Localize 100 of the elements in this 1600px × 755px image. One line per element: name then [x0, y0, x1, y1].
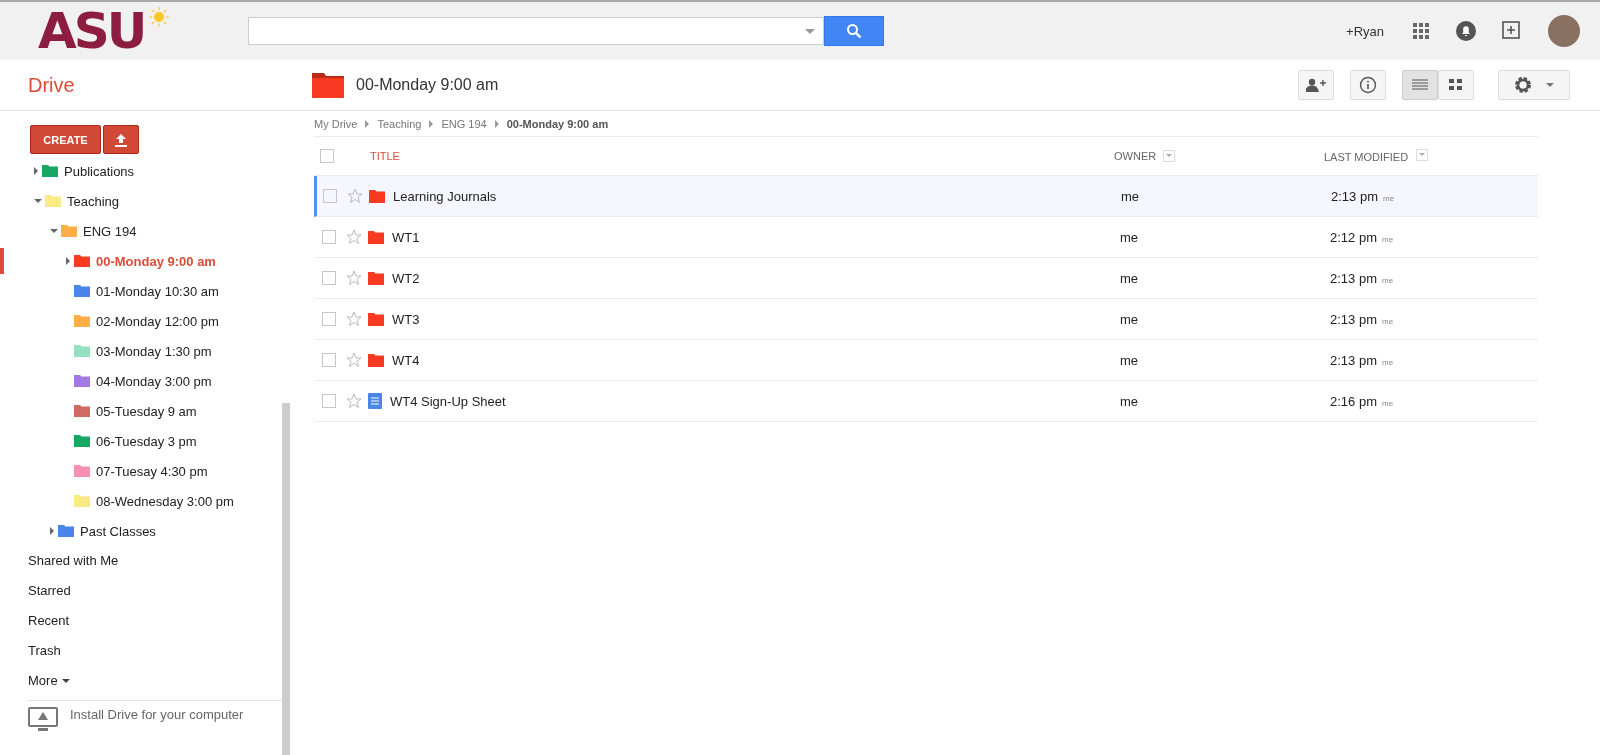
avatar[interactable]: [1548, 15, 1580, 47]
sort-dropdown-icon[interactable]: [1416, 149, 1429, 161]
create-button[interactable]: CREATE: [30, 125, 101, 154]
folder-tree-item[interactable]: Teaching: [0, 186, 296, 216]
sort-dropdown-icon[interactable]: [1163, 150, 1176, 162]
sidebar-link[interactable]: Recent: [0, 606, 296, 636]
folder-icon: [368, 271, 384, 285]
star-icon[interactable]: [346, 311, 362, 327]
row-checkbox[interactable]: [322, 353, 336, 367]
install-link[interactable]: Install Drive for your computer: [70, 707, 244, 733]
file-row[interactable]: WT1 me 2:12 pm me: [314, 217, 1538, 258]
row-checkbox[interactable]: [322, 271, 336, 285]
folder-icon: [368, 353, 384, 367]
sidebar-link[interactable]: Shared with Me: [0, 546, 296, 576]
row-checkbox[interactable]: [322, 230, 336, 244]
info-icon: [1359, 76, 1377, 94]
folder-tree-item[interactable]: 04-Monday 3:00 pm: [0, 366, 296, 396]
more-menu[interactable]: More: [0, 666, 74, 696]
breadcrumb-link[interactable]: My Drive: [314, 117, 358, 130]
modified-time: 2:12 pm: [1330, 229, 1377, 245]
folder-tree-item[interactable]: 00-Monday 9:00 am: [0, 246, 296, 276]
star-icon[interactable]: [346, 393, 362, 409]
folder-tree-item[interactable]: 08-Wednesday 3:00 pm: [0, 486, 296, 516]
share-button[interactable]: [1298, 70, 1334, 100]
file-row[interactable]: WT3 me 2:13 pm me: [314, 299, 1538, 340]
select-all-checkbox[interactable]: [320, 149, 334, 163]
modified-by: me: [1382, 357, 1394, 367]
sidebar-link[interactable]: Trash: [0, 636, 296, 666]
folder-tree-item[interactable]: 05-Tuesday 9 am: [0, 396, 296, 426]
owner-cell: me: [1120, 229, 1139, 245]
modified-time: 2:13 pm: [1331, 188, 1378, 204]
expand-arrow-icon[interactable]: [66, 257, 70, 265]
star-icon[interactable]: [347, 188, 363, 204]
folder-icon: [368, 230, 384, 244]
folder-tree-item[interactable]: 06-Tuesday 3 pm: [0, 426, 296, 456]
column-header[interactable]: OWNER: [1114, 150, 1157, 162]
column-header[interactable]: LAST MODIFIED: [1324, 151, 1409, 163]
breadcrumb-link[interactable]: Teaching: [377, 117, 422, 130]
settings-button[interactable]: [1498, 70, 1570, 100]
modified-time: 2:13 pm: [1330, 270, 1377, 286]
file-title: WT2: [392, 270, 420, 286]
grid-view-button[interactable]: [1438, 70, 1474, 100]
row-checkbox[interactable]: [323, 189, 337, 203]
owner-cell: me: [1120, 393, 1139, 409]
folder-tree-item[interactable]: Past Classes: [0, 516, 296, 546]
profile-link[interactable]: +Ryan: [1346, 23, 1384, 39]
folder-tree-item[interactable]: 02-Monday 12:00 pm: [0, 306, 296, 336]
upload-icon: [114, 132, 128, 147]
modified-by: me: [1382, 234, 1394, 244]
owner-cell: me: [1120, 311, 1139, 327]
file-title: WT1: [392, 229, 420, 245]
folder-tree-item[interactable]: 01-Monday 10:30 am: [0, 276, 296, 306]
computer-icon[interactable]: [28, 707, 58, 733]
modified-time: 2:13 pm: [1330, 311, 1377, 327]
star-icon[interactable]: [346, 229, 362, 245]
file-title: WT4 Sign-Up Sheet: [390, 393, 506, 409]
file-title: WT3: [392, 311, 420, 327]
star-icon[interactable]: [346, 352, 362, 368]
upload-button[interactable]: [103, 125, 139, 154]
expand-arrow-icon[interactable]: [50, 527, 54, 535]
breadcrumb-link[interactable]: 00-Monday 9:00 am: [506, 117, 609, 130]
modified-time: 2:16 pm: [1330, 393, 1377, 409]
row-checkbox[interactable]: [322, 394, 336, 408]
search-icon: [846, 23, 863, 39]
folder-tree-item[interactable]: ENG 194: [0, 216, 296, 246]
separator-arrow-icon: [365, 119, 370, 128]
expand-arrow-icon[interactable]: [34, 167, 38, 175]
info-button[interactable]: [1350, 70, 1386, 100]
folder-tree-item[interactable]: Publications: [0, 156, 296, 186]
modified-by: me: [1383, 193, 1395, 203]
file-title: WT4: [392, 352, 420, 368]
sidebar-link[interactable]: Starred: [0, 576, 296, 606]
folder-icon: [368, 312, 384, 326]
settings-icon: [1514, 76, 1532, 94]
bell-icon[interactable]: [1456, 21, 1476, 41]
file-row[interactable]: WT4 Sign-Up Sheet me 2:16 pm me: [314, 381, 1538, 422]
file-row[interactable]: Learning Journals me 2:13 pm me: [314, 176, 1538, 217]
apps-grid-icon[interactable]: [1412, 22, 1430, 40]
owner-cell: me: [1120, 270, 1139, 286]
owner-cell: me: [1120, 352, 1139, 368]
search-field[interactable]: [248, 17, 825, 45]
app-title: Drive: [27, 73, 76, 97]
folder-icon: [369, 189, 385, 203]
row-checkbox[interactable]: [322, 312, 336, 326]
modified-by: me: [1382, 398, 1394, 408]
add-box-icon[interactable]: [1502, 21, 1522, 41]
folder-tree-item[interactable]: 03-Monday 1:30 pm: [0, 336, 296, 366]
column-header[interactable]: TITLE: [370, 150, 1114, 162]
star-icon[interactable]: [346, 270, 362, 286]
file-row[interactable]: WT2 me 2:13 pm me: [314, 258, 1538, 299]
breadcrumb-link[interactable]: ENG 194: [441, 117, 487, 130]
scrollbar[interactable]: [282, 403, 290, 755]
add-person-icon: [1306, 78, 1326, 92]
folder-title: 00-Monday 9:00 am: [356, 76, 499, 94]
modified-by: me: [1382, 275, 1394, 285]
file-title: Learning Journals: [393, 188, 497, 204]
logo[interactable]: ASU: [38, 2, 171, 60]
file-row[interactable]: WT4 me 2:13 pm me: [314, 340, 1538, 381]
search-button[interactable]: [824, 16, 885, 46]
folder-tree-item[interactable]: 07-Tuesay 4:30 pm: [0, 456, 296, 486]
